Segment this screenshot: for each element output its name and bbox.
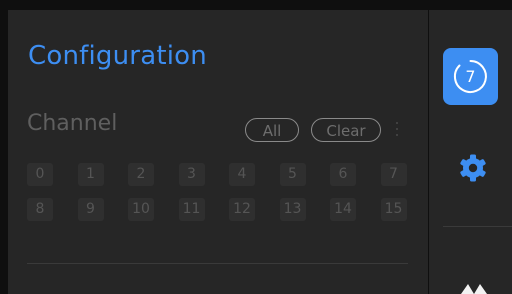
channel-chip-5[interactable]: 5	[279, 163, 306, 186]
channel-label: Channel	[27, 111, 118, 136]
channel-chip-6[interactable]: 6	[330, 163, 356, 186]
channel-chip-0[interactable]: 0	[27, 163, 53, 186]
channel-chip-13[interactable]: 13	[279, 198, 306, 221]
channel-chip-8[interactable]: 8	[27, 198, 53, 221]
channel-chip-3[interactable]: 3	[178, 163, 205, 186]
more-options-icon[interactable]	[395, 122, 399, 140]
channel-chip-9[interactable]: 9	[77, 198, 104, 221]
channel-chip-2[interactable]: 2	[128, 163, 154, 186]
rail-divider	[443, 226, 512, 227]
timer-badge: 7	[465, 67, 476, 86]
waveform-icon[interactable]	[459, 272, 489, 294]
channel-chip-12[interactable]: 12	[229, 198, 255, 221]
channel-chip-11[interactable]: 11	[178, 198, 205, 221]
timer-button[interactable]: 7	[443, 48, 498, 105]
select-all-button[interactable]: All	[245, 118, 299, 142]
configuration-panel: Configuration Channel All Clear 01234567…	[8, 10, 428, 294]
channel-chip-15[interactable]: 15	[380, 198, 407, 221]
gear-icon[interactable]	[458, 153, 488, 183]
channel-chip-10[interactable]: 10	[128, 198, 154, 221]
section-divider	[27, 263, 408, 264]
page-title: Configuration	[28, 41, 207, 71]
channel-chip-4[interactable]: 4	[229, 163, 255, 186]
channel-chip-1[interactable]: 1	[77, 163, 104, 186]
clear-button[interactable]: Clear	[311, 118, 381, 142]
channel-chip-7[interactable]: 7	[380, 163, 407, 186]
right-rail: 7	[429, 10, 512, 294]
channel-chip-14[interactable]: 14	[330, 198, 356, 221]
